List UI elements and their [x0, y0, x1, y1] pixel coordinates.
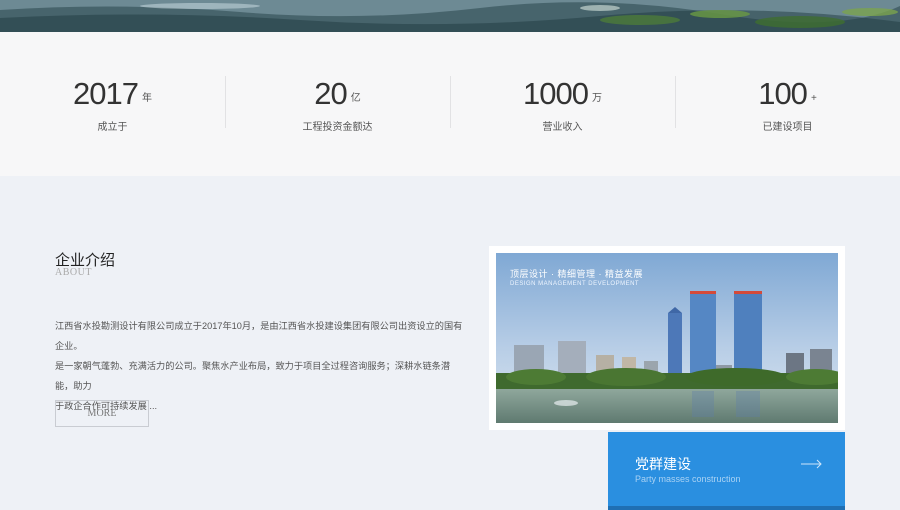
company-intro-section: 企业介绍 ABOUT 江西省水投勘测设计有限公司成立于2017年10月，是由江西…	[0, 176, 900, 510]
stat-label: 营业收入	[542, 122, 583, 133]
stat-unit: +	[810, 93, 817, 104]
more-button[interactable]: MORE	[55, 400, 149, 427]
photo-caption: 顶层设计 · 精细管理 · 精益发展	[510, 269, 643, 279]
stat-unit: 万	[591, 93, 602, 104]
stat-projects: 100 + 已建设项目	[675, 32, 900, 176]
stat-unit: 亿	[350, 93, 361, 104]
stat-number: 2017 年	[0, 76, 225, 112]
intro-line: 江西省水投勘测设计有限公司成立于2017年10月，是由江西省水投建设集团有限公司…	[55, 321, 463, 351]
party-card-bottom-bar	[608, 506, 845, 510]
company-photo-frame: 顶层设计 · 精细管理 · 精益发展 DESIGN MANAGEMENT DEV…	[489, 246, 845, 430]
top-banner-image	[0, 0, 900, 32]
stat-label: 已建设项目	[762, 122, 813, 133]
stats-bar: 2017 年 成立于 20 亿 工程投资金额达 1000 万 营业收入 100 + 已建…	[0, 32, 900, 176]
stat-value: 20	[314, 76, 347, 111]
stat-value: 100	[758, 76, 808, 111]
photo-caption-en: DESIGN MANAGEMENT DEVELOPMENT	[510, 281, 640, 287]
stat-label: 成立于	[97, 122, 128, 133]
intro-line: 是一家朝气蓬勃、充满活力的公司。聚焦水产业布局，致力于项目全过程咨询服务；深耕水…	[55, 361, 451, 391]
stat-unit: 年	[141, 93, 152, 104]
stat-value: 2017	[73, 76, 139, 111]
party-title: 党群建设	[635, 456, 691, 472]
party-building-card[interactable]: 党群建设 Party masses construction	[608, 432, 845, 506]
section-subtitle: ABOUT	[55, 267, 92, 278]
party-subtitle: Party masses construction	[635, 474, 741, 484]
company-photo: 顶层设计 · 精细管理 · 精益发展 DESIGN MANAGEMENT DEV…	[496, 253, 838, 423]
stat-label: 工程投资金额达	[302, 122, 373, 133]
stat-number: 100 +	[675, 76, 900, 112]
stat-revenue: 1000 万 营业收入	[450, 32, 675, 176]
stat-value: 1000	[523, 76, 589, 111]
arrow-right-icon	[801, 459, 822, 469]
stat-founded: 2017 年 成立于	[0, 32, 225, 176]
stat-number: 1000 万	[450, 76, 675, 112]
stat-investment: 20 亿 工程投资金额达	[225, 32, 450, 176]
stat-number: 20 亿	[225, 76, 450, 112]
